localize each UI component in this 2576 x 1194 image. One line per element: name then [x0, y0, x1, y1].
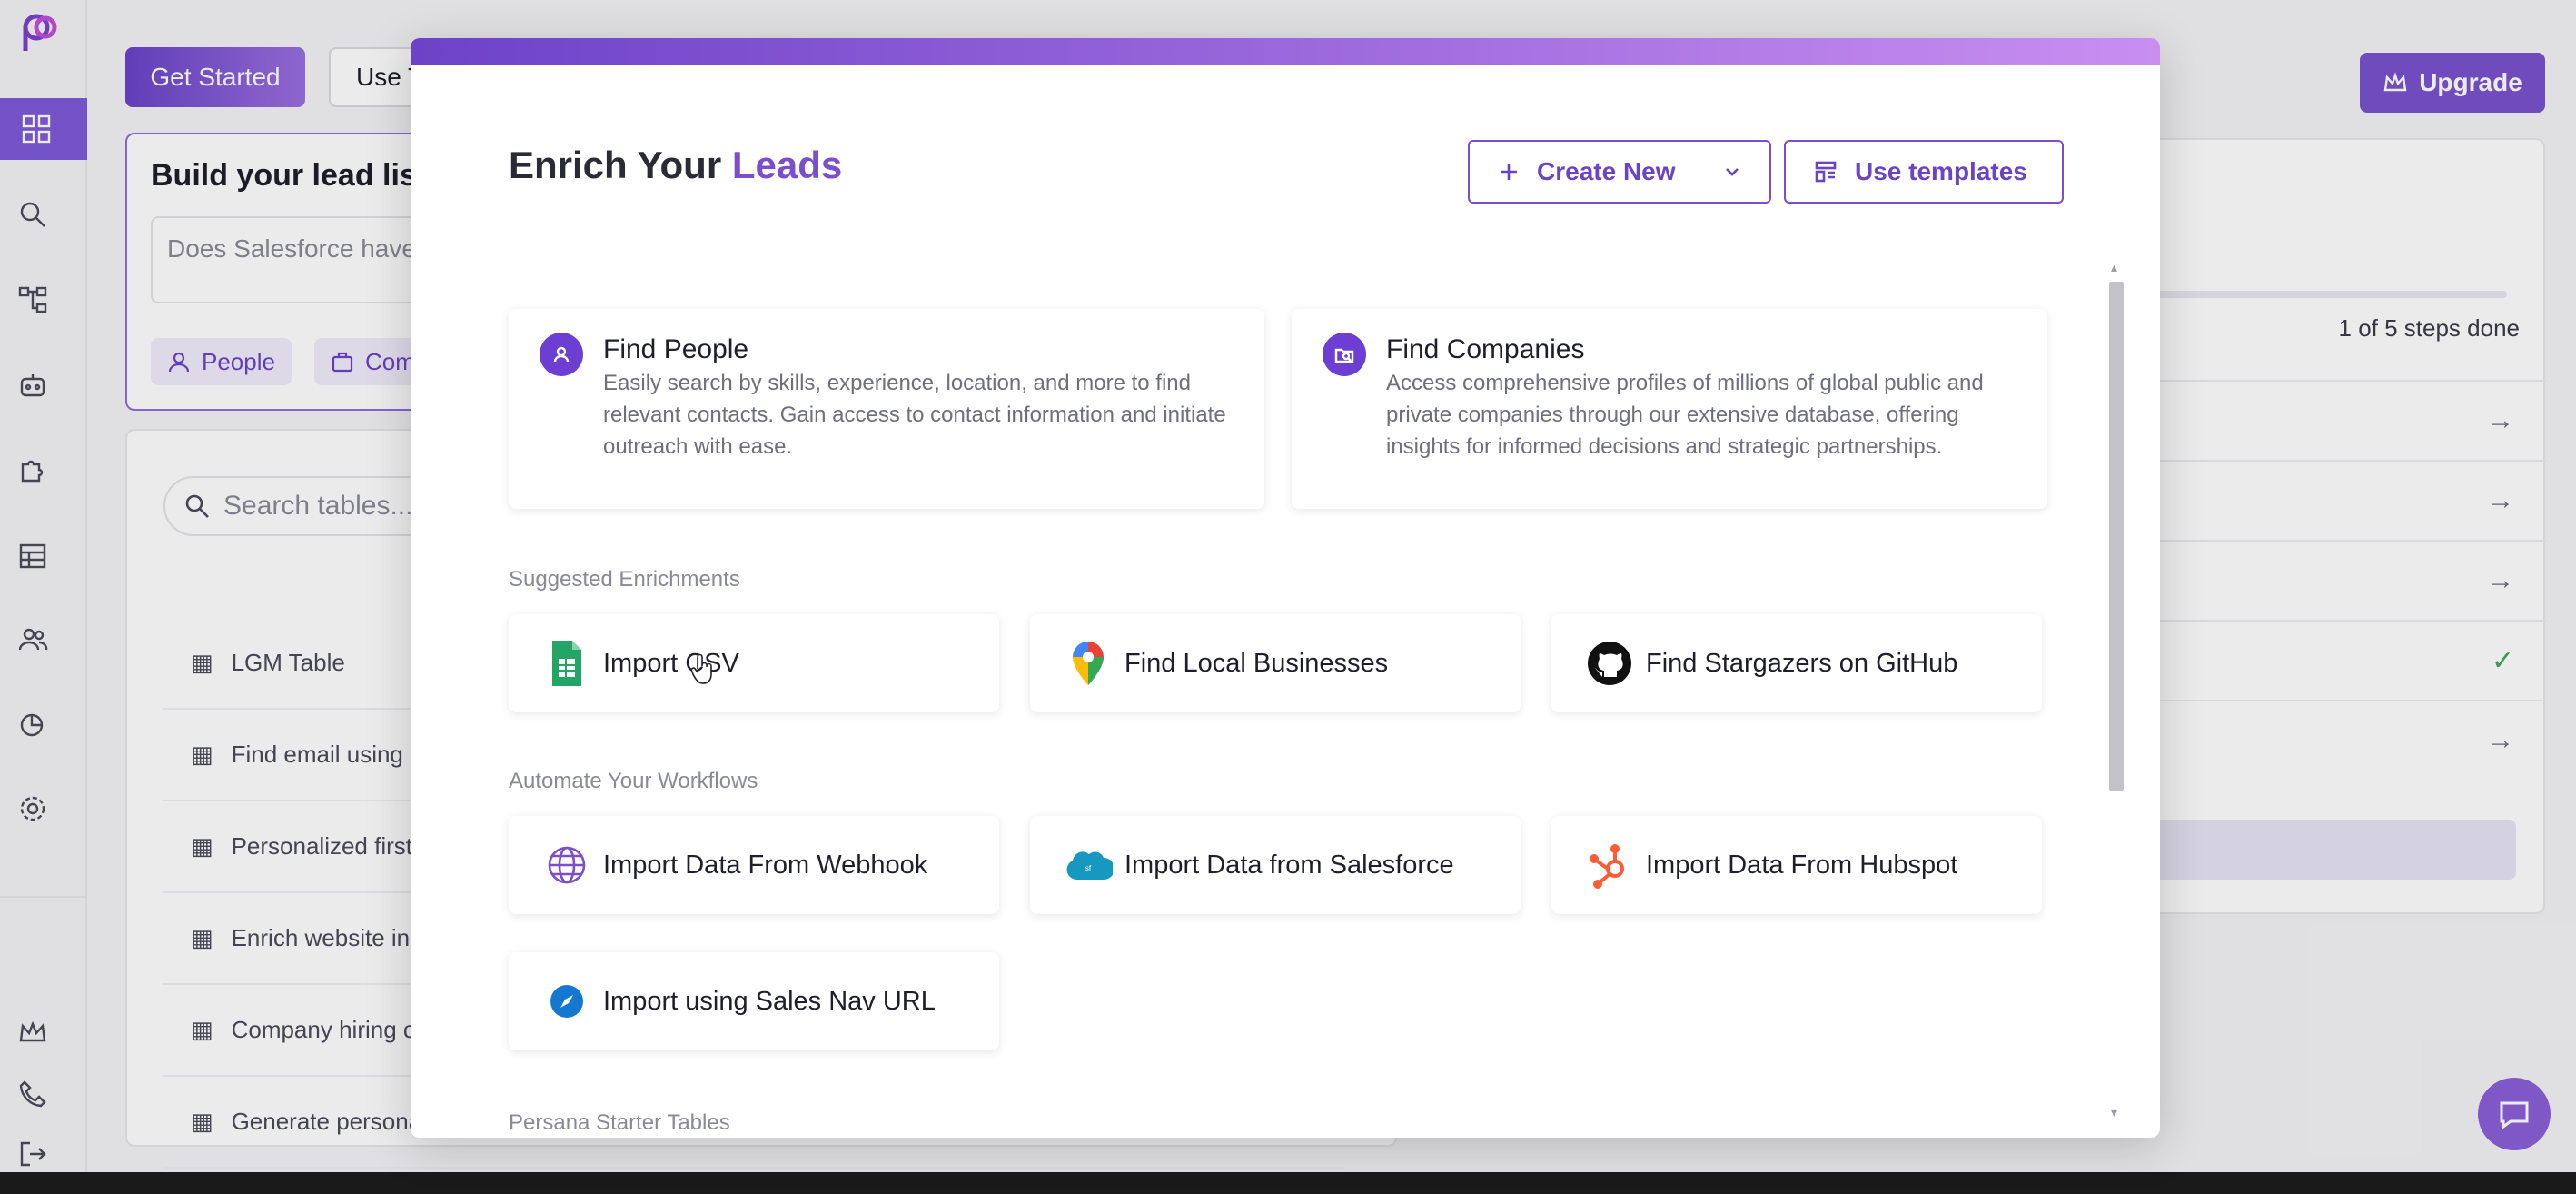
google-maps-pin-icon [1063, 638, 1114, 689]
scroll-up-icon[interactable]: ▴ [2111, 260, 2117, 275]
import-csv-label: Import CSV [603, 648, 739, 678]
template-icon [1815, 161, 1837, 183]
import-salesforce-label: Import Data from Salesforce [1125, 850, 1454, 880]
google-sheets-icon [541, 638, 592, 689]
find-companies-title: Find Companies [1386, 334, 1585, 364]
import-sales-nav-label: Import using Sales Nav URL [603, 986, 936, 1016]
find-companies-description: Access comprehensive profiles of million… [1386, 371, 1984, 459]
import-salesforce-card[interactable]: sf Import Data from Salesforce [1030, 816, 1521, 914]
enrich-leads-modal: Enrich Your Leads Create New Use templat… [411, 38, 2160, 1138]
create-new-button[interactable]: Create New [1468, 140, 1771, 204]
hand-cursor-icon [690, 653, 712, 684]
svg-text:sf: sf [1085, 864, 1092, 872]
import-hubspot-card[interactable]: Import Data From Hubspot [1551, 816, 2042, 914]
modal-title: Enrich Your Leads [509, 144, 842, 187]
find-people-card[interactable]: Find People Easily search by skills, exp… [509, 309, 1264, 509]
github-icon [1584, 638, 1635, 689]
chevron-down-icon [1726, 168, 1739, 176]
globe-icon [541, 840, 592, 891]
import-hubspot-label: Import Data From Hubspot [1646, 850, 1958, 880]
modal-content-scroll[interactable]: Find People Easily search by skills, exp… [411, 273, 2118, 1138]
compass-icon [541, 976, 592, 1027]
create-new-label: Create New [1537, 157, 1676, 185]
find-companies-card[interactable]: Find Companies Access comprehensive prof… [1292, 309, 2047, 509]
scrollbar-thumb[interactable] [2109, 282, 2124, 791]
find-stargazers-label: Find Stargazers on GitHub [1646, 648, 1958, 678]
building-icon [1323, 333, 1366, 376]
suggested-enrichments-label: Suggested Enrichments [509, 567, 740, 592]
import-csv-card[interactable]: Import CSV [509, 614, 999, 712]
find-local-businesses-card[interactable]: Find Local Businesses [1030, 614, 1521, 712]
use-templates-button[interactable]: Use templates [1784, 140, 2064, 204]
import-webhook-label: Import Data From Webhook [603, 850, 928, 880]
find-people-description: Easily search by skills, experience, loc… [603, 371, 1226, 459]
persana-starter-tables-label: Persana Starter Tables [509, 1110, 730, 1135]
scroll-down-icon[interactable]: ▾ [2111, 1105, 2117, 1120]
user-icon [540, 333, 583, 376]
modal-title-accent: Leads [731, 144, 843, 186]
find-stargazers-card[interactable]: Find Stargazers on GitHub [1551, 614, 2042, 712]
salesforce-cloud-icon: sf [1063, 840, 1114, 891]
modal-header-bar [411, 38, 2160, 65]
hubspot-icon [1584, 840, 1635, 891]
find-people-title: Find People [603, 334, 749, 364]
modal-title-prefix: Enrich Your [509, 144, 722, 186]
automate-workflows-label: Automate Your Workflows [509, 769, 758, 793]
plus-icon [1501, 164, 1517, 180]
import-webhook-card[interactable]: Import Data From Webhook [509, 816, 999, 914]
find-local-businesses-label: Find Local Businesses [1125, 648, 1389, 678]
import-sales-nav-card[interactable]: Import using Sales Nav URL [509, 952, 999, 1050]
use-templates-label: Use templates [1855, 157, 2027, 185]
modal-scrollbar[interactable]: ▴ ▾ [2109, 260, 2124, 1123]
